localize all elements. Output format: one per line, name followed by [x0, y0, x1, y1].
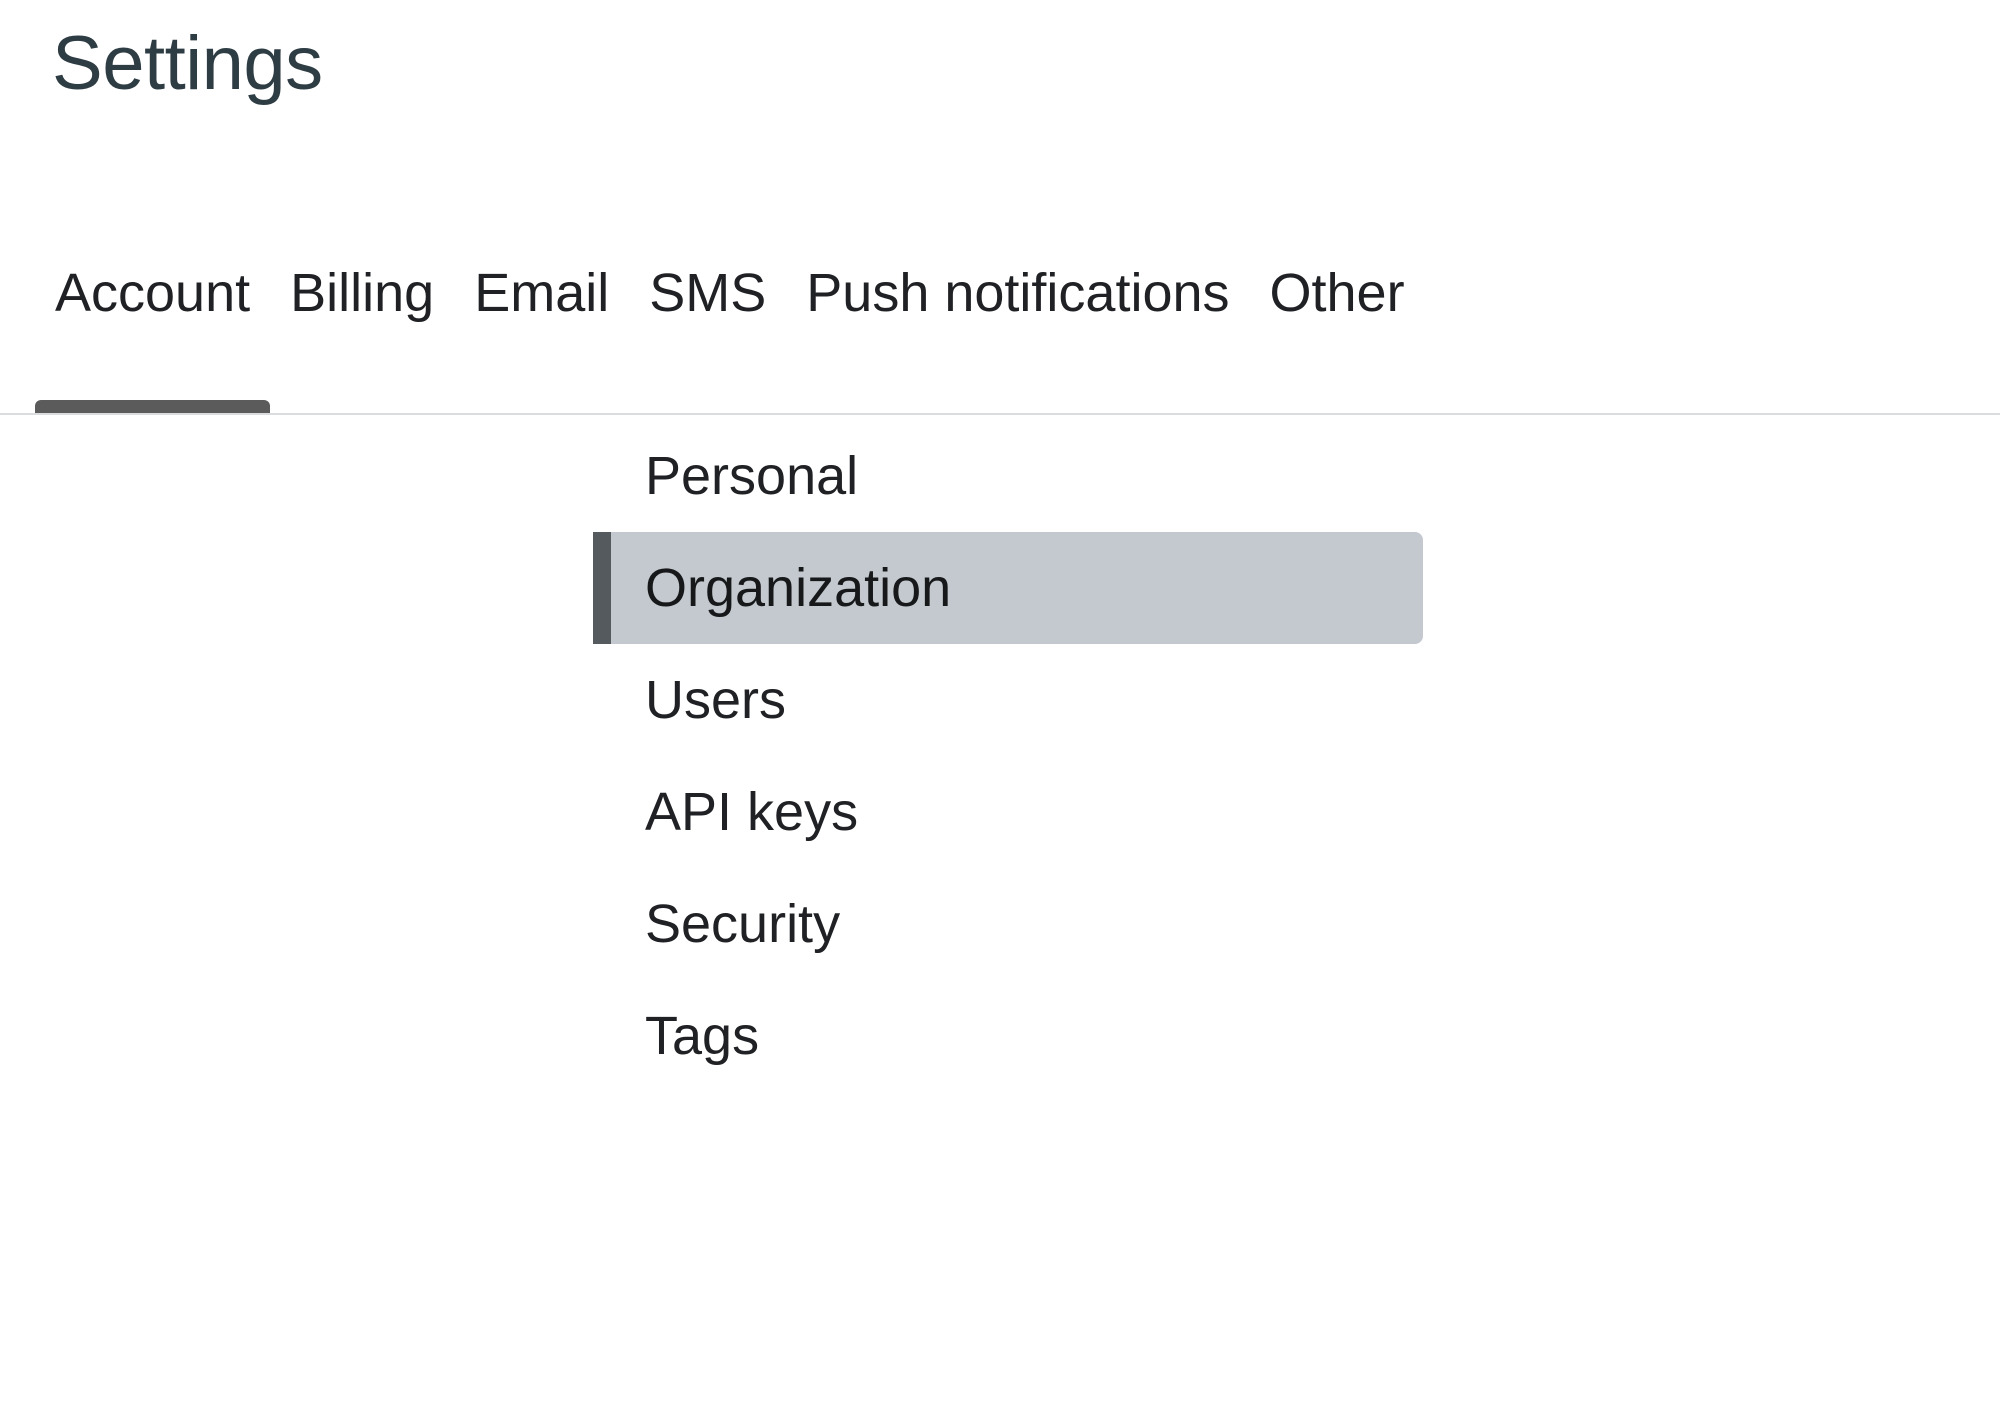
tab-other[interactable]: Other [1250, 170, 1425, 415]
selection-bar [593, 532, 611, 644]
tab-other-label: Other [1269, 262, 1405, 323]
tab-sms[interactable]: SMS [629, 170, 786, 415]
submenu-item-personal[interactable]: Personal [593, 420, 1423, 532]
submenu-item-organization[interactable]: Organization [593, 532, 1423, 644]
tab-email-label: Email [474, 262, 610, 323]
submenu-item-security[interactable]: Security [593, 868, 1423, 980]
tab-account[interactable]: Account [35, 170, 271, 415]
submenu-item-users[interactable]: Users [593, 644, 1423, 756]
submenu-item-api-keys-label: API keys [645, 782, 859, 842]
submenu-item-users-label: Users [645, 670, 787, 730]
submenu-item-organization-label: Organization [645, 558, 952, 618]
tab-billing[interactable]: Billing [270, 170, 454, 415]
submenu-item-personal-label: Personal [645, 446, 859, 506]
submenu-item-tags[interactable]: Tags [593, 980, 1423, 1092]
submenu-item-security-label: Security [645, 894, 841, 954]
submenu-item-api-keys[interactable]: API keys [593, 756, 1423, 868]
tab-email[interactable]: Email [454, 170, 629, 415]
tab-account-label: Account [55, 262, 251, 323]
tab-bar: Account Billing Email SMS Push notificat… [0, 170, 2000, 415]
tab-bar-divider [0, 413, 2000, 415]
tab-sms-label: SMS [649, 262, 767, 323]
tab-billing-label: Billing [290, 262, 435, 323]
tab-push-notifications[interactable]: Push notifications [786, 170, 1249, 415]
page-title: Settings [52, 21, 323, 106]
tab-list: Account Billing Email SMS Push notificat… [35, 170, 1425, 415]
settings-submenu: Personal Organization Users API keys Sec… [593, 420, 1423, 1092]
submenu-item-tags-label: Tags [645, 1006, 760, 1066]
tab-push-notifications-label: Push notifications [806, 262, 1230, 323]
